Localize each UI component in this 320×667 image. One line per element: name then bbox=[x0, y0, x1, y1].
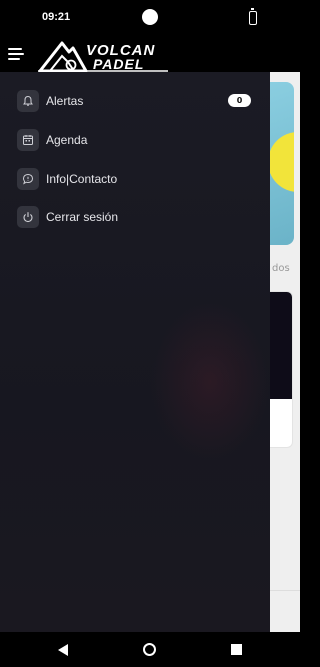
phone-screen: 09:21 VOLCAN PADEL dos Alertas 0 Agenda … bbox=[0, 0, 300, 667]
drawer-item-agenda[interactable]: Agenda bbox=[17, 129, 262, 153]
alert-count-badge: 0 bbox=[228, 94, 251, 107]
back-icon[interactable] bbox=[58, 644, 68, 656]
camera-cutout bbox=[142, 9, 158, 25]
calendar-icon bbox=[17, 129, 39, 151]
home-icon[interactable] bbox=[143, 643, 156, 656]
status-bar: 09:21 bbox=[0, 0, 300, 38]
drawer-item-cerrar-sesion[interactable]: Cerrar sesión bbox=[17, 206, 262, 230]
system-navigation-bar bbox=[0, 632, 300, 667]
bell-icon bbox=[17, 90, 39, 112]
drawer-item-label: Agenda bbox=[46, 133, 88, 147]
app-header: VOLCAN PADEL bbox=[0, 38, 300, 72]
drawer-item-label: Alertas bbox=[46, 94, 84, 108]
drawer-item-label: Cerrar sesión bbox=[46, 210, 119, 224]
power-icon bbox=[17, 206, 39, 228]
status-time: 09:21 bbox=[42, 11, 71, 23]
chat-icon bbox=[17, 168, 39, 190]
drawer-item-label: Info|Contacto bbox=[46, 172, 118, 186]
battery-icon bbox=[249, 8, 257, 25]
navigation-drawer: Alertas 0 Agenda Info|Contacto Cerrar se… bbox=[0, 72, 270, 632]
drawer-background-glow bbox=[150, 302, 270, 462]
drawer-item-info-contacto[interactable]: Info|Contacto bbox=[17, 168, 262, 192]
recent-apps-icon[interactable] bbox=[231, 644, 242, 655]
logo-word-padel: PADEL bbox=[93, 56, 145, 72]
banner-sun-image bbox=[268, 132, 294, 192]
background-partial-text: dos bbox=[272, 263, 290, 274]
hamburger-menu-icon[interactable] bbox=[8, 48, 24, 62]
volcan-padel-logo: VOLCAN PADEL bbox=[38, 40, 168, 72]
divider bbox=[270, 590, 300, 591]
drawer-item-alertas[interactable]: Alertas 0 bbox=[17, 90, 262, 114]
